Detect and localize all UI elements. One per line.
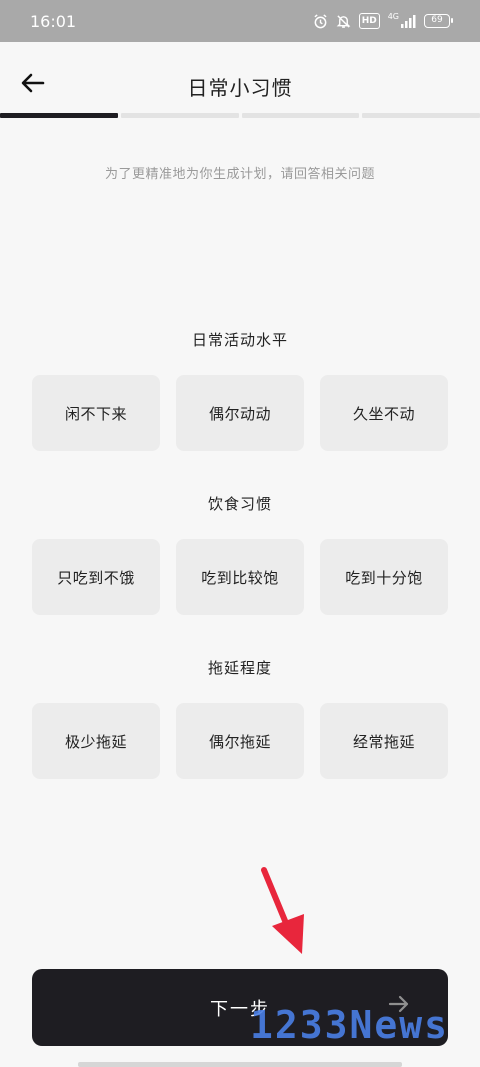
- option-button[interactable]: 极少拖延: [32, 703, 160, 779]
- red-arrow-icon: [261, 867, 304, 954]
- status-time: 16:01: [30, 11, 77, 31]
- home-indicator: [78, 1062, 402, 1067]
- progress-bar: [0, 113, 480, 118]
- section-title-diet: 饮食习惯: [207, 495, 272, 513]
- battery-icon: 69: [424, 14, 453, 28]
- progress-segment: [241, 113, 360, 118]
- signal-icon: 4G: [387, 11, 416, 29]
- page-title: 日常小习惯: [187, 76, 293, 100]
- hd-icon: HD: [358, 13, 380, 29]
- option-button[interactable]: 吃到比较饱: [176, 539, 304, 615]
- header: 日常小习惯: [0, 42, 480, 114]
- progress-segment: [362, 113, 480, 118]
- option-button[interactable]: 只吃到不饿: [32, 539, 160, 615]
- alarm-icon: [313, 13, 328, 29]
- options-procrastination: 极少拖延 偶尔拖延 经常拖延: [32, 703, 448, 779]
- option-button[interactable]: 闲不下来: [32, 375, 160, 451]
- status-bar: 16:01 HD 4G 69: [0, 0, 480, 42]
- section-title-activity: 日常活动水平: [191, 331, 288, 349]
- options-activity: 闲不下来 偶尔动动 久坐不动: [32, 375, 448, 451]
- option-button[interactable]: 久坐不动: [320, 375, 448, 451]
- option-button[interactable]: 经常拖延: [320, 703, 448, 779]
- options-diet: 只吃到不饿 吃到比较饱 吃到十分饱: [32, 539, 448, 615]
- progress-segment: [0, 113, 118, 118]
- instruction-text: 为了更精准地为你生成计划，请回答相关问题: [104, 167, 375, 182]
- progress-segment: [120, 113, 239, 118]
- option-button[interactable]: 偶尔拖延: [176, 703, 304, 779]
- signal-label: 4G: [387, 11, 399, 21]
- mute-icon: [336, 13, 351, 29]
- status-icons: HD 4G 69: [313, 11, 453, 29]
- option-button[interactable]: 吃到十分饱: [320, 539, 448, 615]
- watermark: 1233News: [250, 1003, 450, 1047]
- option-button[interactable]: 偶尔动动: [176, 375, 304, 451]
- section-title-procrastination: 拖延程度: [207, 659, 272, 677]
